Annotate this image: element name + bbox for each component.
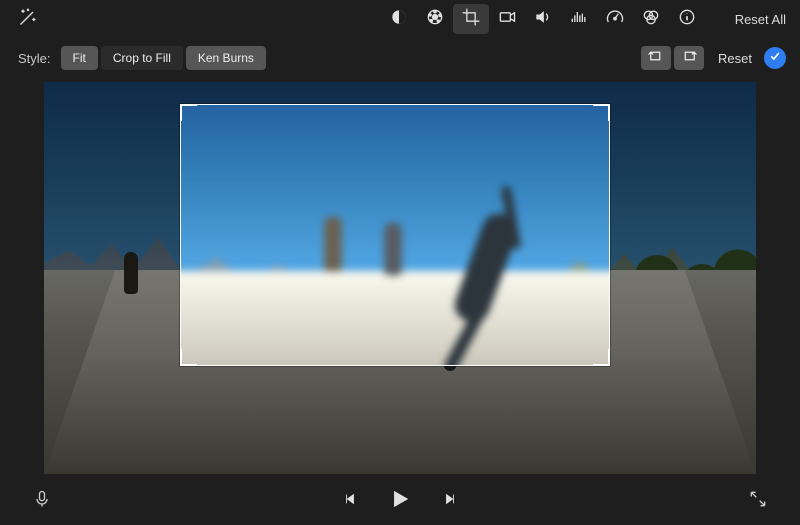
microphone-icon [32, 489, 52, 514]
crop-rectangle[interactable] [180, 104, 610, 366]
speedometer-icon [605, 7, 625, 32]
rotate-cw-button[interactable] [674, 46, 704, 70]
rotate-group [641, 46, 704, 70]
rotate-cw-icon [680, 49, 698, 68]
play-icon [389, 488, 411, 515]
checkmark-icon [769, 49, 781, 67]
previous-frame-button[interactable] [336, 487, 364, 515]
crop-handle-bottom-left[interactable] [180, 349, 197, 366]
color-correction-button[interactable] [417, 4, 453, 34]
crop-style-fit[interactable]: Fit [61, 46, 98, 70]
auto-enhance-button[interactable] [10, 4, 46, 34]
apply-crop-button[interactable] [764, 47, 786, 69]
info-icon [677, 7, 697, 32]
volume-icon [533, 7, 553, 32]
skip-back-icon [343, 492, 357, 511]
filters-button[interactable] [633, 4, 669, 34]
filters-icon [641, 7, 661, 32]
color-balance-button[interactable] [381, 4, 417, 34]
crop-style-ken-burns[interactable]: Ken Burns [186, 46, 266, 70]
expand-icon [748, 489, 768, 514]
crop-style-crop-to-fill[interactable]: Crop to Fill [101, 46, 183, 70]
noise-reduction-button[interactable] [561, 4, 597, 34]
reset-all-button[interactable]: Reset All [735, 12, 786, 27]
reset-crop-button[interactable]: Reset [718, 51, 752, 66]
rotate-ccw-button[interactable] [641, 46, 671, 70]
playback-bar [0, 477, 800, 525]
color-wheel-icon [425, 7, 445, 32]
rotate-ccw-icon [647, 49, 665, 68]
crop-unmasked-preview [180, 104, 610, 366]
stabilization-button[interactable] [489, 4, 525, 34]
style-label: Style: [18, 51, 51, 66]
video-preview[interactable] [44, 82, 756, 474]
play-button[interactable] [386, 487, 414, 515]
adjustments-toolbar: Reset All [0, 0, 800, 38]
crop-handle-top-right[interactable] [593, 104, 610, 121]
magic-wand-icon [18, 7, 38, 32]
equalizer-icon [569, 7, 589, 32]
fullscreen-button[interactable] [744, 487, 772, 515]
next-frame-button[interactable] [436, 487, 464, 515]
crop-style-segmented: Fit Crop to Fill Ken Burns [61, 46, 266, 70]
crop-icon [461, 7, 481, 32]
info-button[interactable] [669, 4, 705, 34]
speed-button[interactable] [597, 4, 633, 34]
crop-controls-bar: Style: Fit Crop to Fill Ken Burns Reset [0, 38, 800, 78]
voiceover-button[interactable] [28, 487, 56, 515]
playback-controls [336, 487, 464, 515]
crop-handle-bottom-right[interactable] [593, 349, 610, 366]
crop-button[interactable] [453, 4, 489, 34]
adjustment-tools-group [381, 4, 705, 34]
crop-handle-top-left[interactable] [180, 104, 197, 121]
volume-button[interactable] [525, 4, 561, 34]
color-balance-icon [389, 7, 409, 32]
camera-icon [497, 7, 517, 32]
skip-forward-icon [443, 492, 457, 511]
